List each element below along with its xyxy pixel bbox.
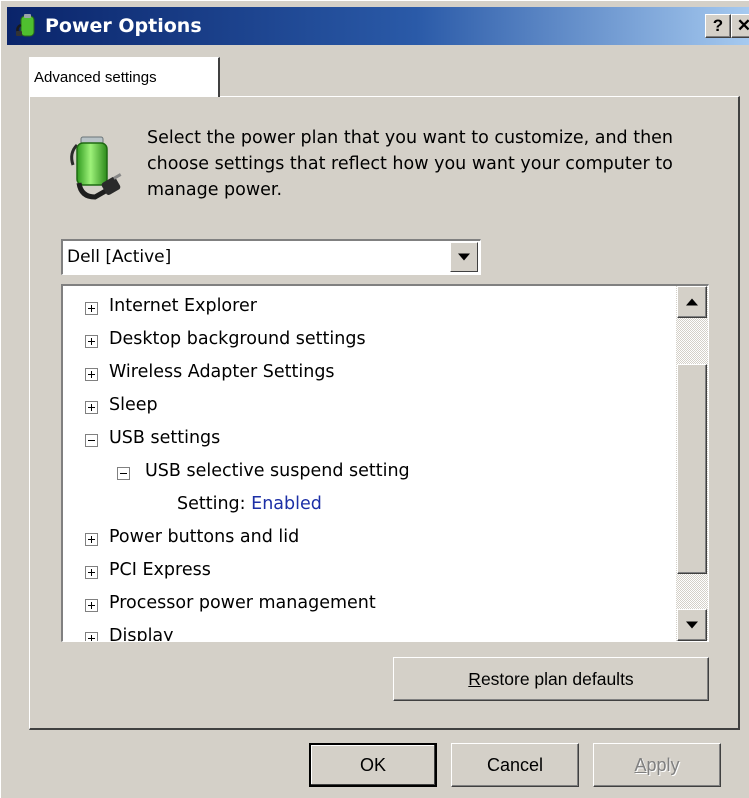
collapse-minus-icon[interactable]: [117, 467, 130, 480]
apply-button[interactable]: Apply: [593, 743, 721, 787]
tree-item-desktop-background[interactable]: Desktop background settings: [63, 325, 675, 358]
tree-item-pci-express[interactable]: PCI Express: [63, 556, 675, 589]
tree-item-label: Sleep: [109, 395, 158, 415]
setting-value-link[interactable]: Enabled: [251, 494, 322, 514]
apply-label: pply: [646, 754, 680, 775]
scroll-down-arrow-icon[interactable]: [677, 609, 707, 641]
power-plan-selected-value: Dell [Active]: [67, 247, 172, 267]
restore-mnemonic: R: [468, 668, 481, 689]
setting-label: Setting:: [177, 494, 246, 514]
restore-label: estore plan defaults: [480, 668, 634, 689]
plan-description: Select the power plan that you want to c…: [147, 128, 674, 200]
tree-item-label: Display: [109, 626, 174, 642]
close-button[interactable]: ✕: [731, 14, 749, 38]
power-plug-icon: [16, 14, 35, 37]
scroll-up-arrow-icon[interactable]: [677, 286, 707, 318]
tree-item-label: Power buttons and lid: [109, 527, 300, 547]
power-options-dialog: Power Options ? ✕ Advanced settings Sele…: [0, 0, 749, 798]
expand-plus-icon[interactable]: [85, 566, 98, 579]
tree-item-setting[interactable]: Setting: Enabled: [63, 490, 675, 523]
tree-item-label: PCI Express: [109, 560, 211, 580]
tree-item-label: Wireless Adapter Settings: [109, 362, 335, 382]
expand-plus-icon[interactable]: [85, 632, 98, 641]
tree-item-label: Internet Explorer: [109, 296, 257, 316]
tree-item-label: Processor power management: [109, 593, 376, 613]
scroll-thumb[interactable]: [677, 364, 707, 574]
tree-item-label: Desktop background settings: [109, 329, 366, 349]
help-button[interactable]: ?: [705, 14, 731, 38]
battery-plug-icon: [70, 136, 122, 200]
setting-row-label: Setting: Enabled: [177, 494, 322, 514]
tree-item-label: USB settings: [109, 428, 221, 448]
expand-plus-icon[interactable]: [85, 335, 98, 348]
restore-plan-defaults-button[interactable]: Restore plan defaults: [393, 657, 709, 701]
expand-plus-icon[interactable]: [85, 599, 98, 612]
cancel-button[interactable]: Cancel: [451, 743, 579, 787]
ok-button[interactable]: OK: [309, 743, 437, 787]
tree-item-processor-power[interactable]: Processor power management: [63, 589, 675, 622]
title-bar[interactable]: Power Options ? ✕: [7, 7, 749, 45]
tree-item-internet-explorer[interactable]: Internet Explorer: [63, 292, 675, 325]
tree-item-display[interactable]: Display: [63, 622, 675, 642]
expand-plus-icon[interactable]: [85, 533, 98, 546]
tree-item-usb-settings[interactable]: USB settings: [63, 424, 675, 457]
settings-tree-rows: Internet Explorer Desktop background set…: [63, 292, 675, 642]
expand-plus-icon[interactable]: [85, 302, 98, 315]
tree-item-label: USB selective suspend setting: [145, 461, 410, 481]
tree-item-usb-selective-suspend[interactable]: USB selective suspend setting: [63, 457, 675, 490]
tree-item-wireless-adapter[interactable]: Wireless Adapter Settings: [63, 358, 675, 391]
apply-mnemonic: A: [634, 754, 647, 775]
tree-item-power-buttons[interactable]: Power buttons and lid: [63, 523, 675, 556]
power-plan-select[interactable]: Dell [Active]: [61, 239, 481, 275]
expand-plus-icon[interactable]: [85, 368, 98, 381]
collapse-minus-icon[interactable]: [85, 434, 98, 447]
chevron-down-icon[interactable]: [450, 242, 478, 272]
settings-tree[interactable]: Internet Explorer Desktop background set…: [61, 284, 709, 642]
expand-plus-icon[interactable]: [85, 401, 98, 414]
window-title: Power Options: [45, 15, 202, 37]
tree-item-sleep[interactable]: Sleep: [63, 391, 675, 424]
tab-advanced-settings[interactable]: Advanced settings: [29, 57, 220, 97]
tree-scrollbar[interactable]: [676, 286, 708, 641]
